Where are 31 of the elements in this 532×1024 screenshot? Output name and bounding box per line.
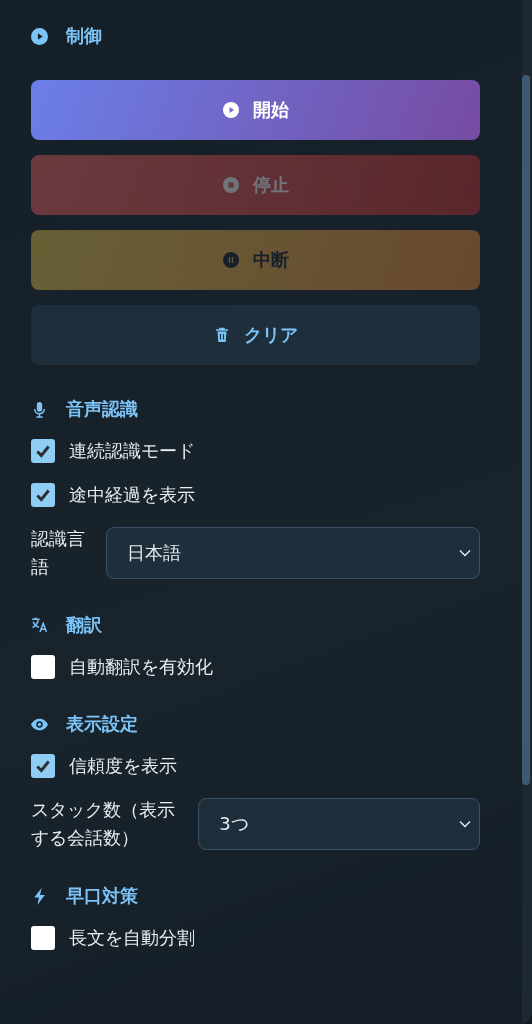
checkbox[interactable] — [31, 926, 55, 951]
play-icon — [222, 102, 239, 118]
clear-button[interactable]: クリア — [31, 305, 480, 365]
start-button[interactable]: 開始 — [31, 80, 480, 140]
section-title: 早口対策 — [66, 884, 138, 909]
chevron-down-icon — [459, 548, 471, 557]
select-label: 認識言語 — [31, 526, 86, 579]
pause-icon — [222, 252, 239, 268]
section-title: 音声認識 — [66, 397, 138, 421]
checkbox-label: 途中経過を表示 — [69, 482, 195, 507]
select-label: スタック数（表示する会話数） — [31, 798, 176, 851]
checkbox-label: 自動翻訳を有効化 — [69, 654, 213, 679]
translate-icon — [31, 616, 48, 634]
checkbox-label: 信頼度を表示 — [69, 754, 177, 779]
chevron-down-icon — [459, 820, 471, 829]
microphone-icon — [31, 400, 48, 418]
section-title: 表示設定 — [66, 712, 138, 737]
checkbox[interactable] — [31, 482, 55, 507]
checkbox-label: 長文を自動分割 — [69, 926, 195, 951]
checkbox[interactable] — [31, 754, 55, 779]
section-title: 翻訳 — [66, 612, 102, 637]
trash-icon — [213, 327, 230, 343]
dropdown-field[interactable]: 日本語 — [106, 526, 480, 579]
dropdown-field[interactable]: 3つ — [198, 798, 480, 851]
section-title: 制御 — [66, 24, 102, 48]
play-icon — [31, 27, 48, 45]
checkbox[interactable] — [31, 654, 55, 679]
scrollbar[interactable] — [522, 0, 532, 1024]
checkbox[interactable] — [31, 438, 55, 463]
stop-icon — [222, 177, 239, 193]
checkbox-label: 連続認識モード — [69, 439, 195, 463]
